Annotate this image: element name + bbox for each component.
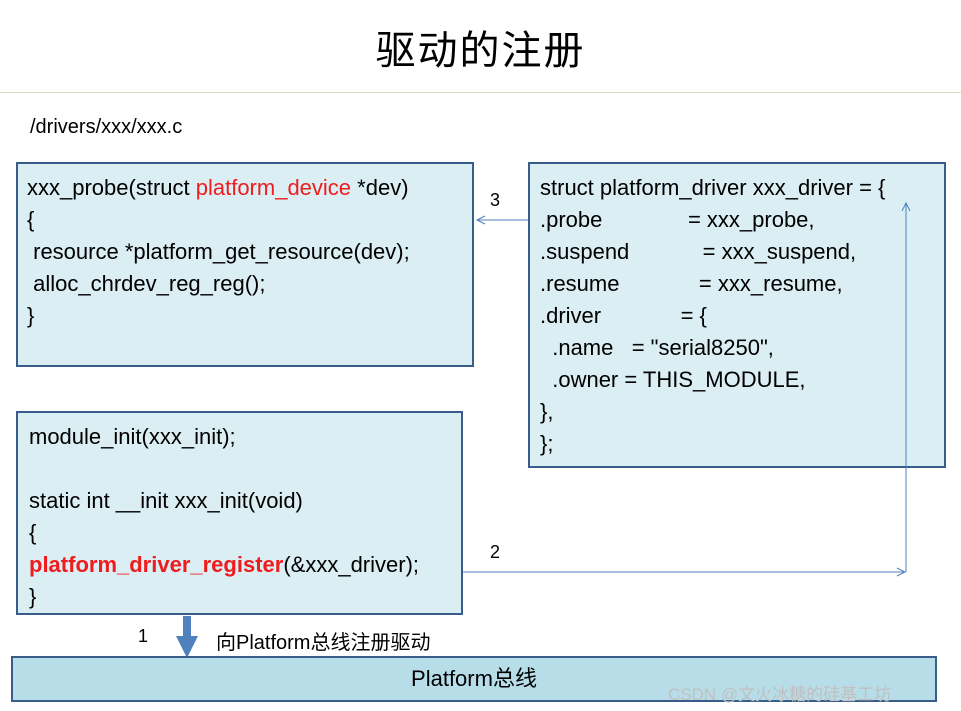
arrow-1 — [176, 616, 198, 658]
step-2-label: 2 — [490, 542, 501, 562]
register-to-bus-label: 向Platform总线注册驱动 — [216, 632, 431, 654]
watermark: CSDN @文火冰糖的硅基工坊 — [668, 685, 892, 704]
arrow-2 — [463, 201, 911, 577]
step-1-label: 1 — [138, 626, 149, 646]
connector-arrows — [176, 201, 911, 658]
arrow-3 — [475, 215, 528, 225]
step-3-label: 3 — [490, 190, 501, 210]
